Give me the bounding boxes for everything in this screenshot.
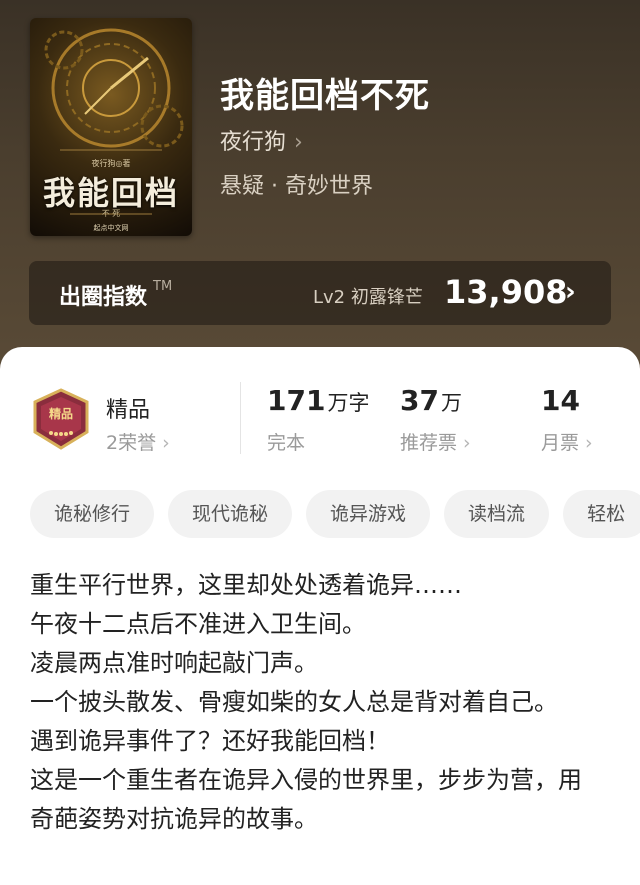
tag-chip[interactable]: 诡秘修行 — [30, 490, 155, 538]
book-cover[interactable]: 夜行狗◎著 我能回档 不 死 起点中文网 — [30, 18, 192, 236]
description-line: 午夜十二点后不准进入卫生间。 — [30, 610, 366, 638]
tag-chip[interactable]: 轻松 — [563, 490, 640, 538]
description-line: 一个披头散发、骨瘦如柴的女人总是背对着自己。 — [30, 688, 558, 716]
author-name: 夜行狗 — [220, 130, 287, 155]
book-description: 重生平行世界，这里却处处透着诡异…… 午夜十二点后不准进入卫生间。 凌晨两点准时… — [30, 566, 590, 839]
chevron-right-icon: › — [463, 432, 471, 454]
word-count: 171万字 — [267, 384, 369, 417]
completion-status: 完本 — [267, 432, 306, 454]
quality-title: 精品 — [106, 398, 151, 423]
description-line: 这是一个重生者在诡异入侵的世界里，步步为营，用奇葩姿势对抗诡异的故事。 — [30, 766, 582, 833]
recommend-votes-link[interactable]: 推荐票 › — [400, 428, 471, 455]
cover-publisher: 起点中文网 — [93, 224, 129, 232]
word-count-number: 171 — [267, 384, 326, 417]
chevron-right-icon: › — [162, 432, 170, 454]
book-genre[interactable]: 悬疑 · 奇妙世界 — [220, 168, 373, 200]
tag-list: 诡秘修行 现代诡秘 诡异游戏 读档流 轻松 — [30, 490, 640, 540]
badge-text: 精品 — [49, 406, 73, 421]
popularity-level: Lv2 初露锋芒 — [313, 287, 423, 308]
author-link[interactable]: 夜行狗 › — [220, 124, 303, 156]
tag-chip[interactable]: 读档流 — [444, 490, 550, 538]
trademark-mark: TM — [153, 279, 173, 294]
word-count-unit: 万字 — [327, 391, 370, 415]
honors-count: 2荣誉 — [106, 432, 157, 454]
cover-subtitle: 不 死 — [101, 209, 121, 218]
description-line: 凌晨两点准时响起敲门声。 — [30, 649, 318, 677]
quality-badge-icon[interactable]: 精品 — [30, 388, 92, 450]
popularity-value: 13,908 — [444, 273, 568, 311]
monthly-label: 月票 — [541, 432, 580, 454]
recommend-number: 37 — [400, 384, 439, 417]
monthly-number: 14 — [541, 384, 580, 417]
tag-chip[interactable]: 诡异游戏 — [306, 490, 431, 538]
popularity-label-group: 出圈指数 TM — [59, 279, 172, 311]
recommend-label: 推荐票 — [400, 432, 458, 454]
chevron-right-icon: › — [585, 432, 593, 454]
monthly-votes-link[interactable]: 月票 › — [541, 428, 593, 455]
honors-link[interactable]: 2荣誉 › — [106, 428, 170, 455]
chevron-right-icon: › — [294, 130, 303, 155]
book-title: 我能回档不死 — [220, 76, 430, 116]
arrow-right-icon: › — [565, 277, 576, 307]
tag-chip[interactable]: 现代诡秘 — [168, 490, 293, 538]
popularity-label: 出圈指数 — [59, 285, 148, 310]
monthly-count: 14 — [541, 384, 582, 417]
description-line: 重生平行世界，这里却处处透着诡异…… — [30, 571, 462, 599]
recommend-unit: 万 — [440, 391, 462, 415]
divider — [240, 382, 241, 454]
recommend-count: 37万 — [400, 384, 462, 417]
popularity-bar[interactable]: 出圈指数 TM Lv2 初露锋芒 13,908 › — [29, 261, 611, 325]
description-line: 遇到诡异事件了？还好我能回档！ — [30, 727, 390, 755]
